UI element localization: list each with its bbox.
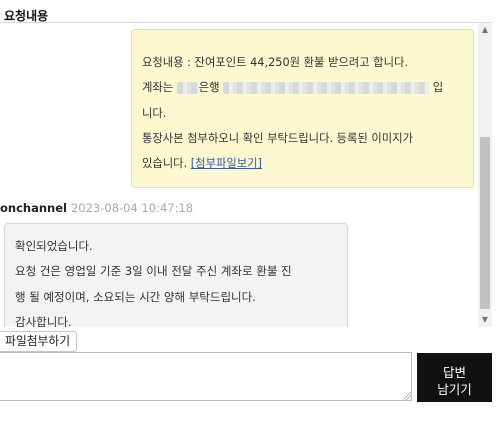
reply-textarea[interactable] xyxy=(0,352,412,401)
scroll-down-arrow-icon[interactable]: ▼ xyxy=(478,313,492,327)
admin-reply-bubble: 확인되었습니다. 요청 건은 영업일 기준 3일 이내 전달 주신 계좌로 환불… xyxy=(4,223,348,327)
scrollbar-thumb[interactable] xyxy=(480,137,490,309)
submit-reply-label-line-2: 남기기 xyxy=(437,381,472,397)
file-attach-button[interactable]: 파일첨부하기 xyxy=(0,331,78,352)
user-message-line-1: 요청내용 : 잔여포인트 44,250원 환불 받으려고 합니다. xyxy=(142,56,408,69)
user-message-bubble: 요청내용 : 잔여포인트 44,250원 환불 받으려고 합니다. 계좌는 은행… xyxy=(131,29,474,188)
admin-reply-line-3: 행 될 예정이며, 소요되는 시간 양해 부탁드립니다. xyxy=(15,289,256,304)
user-message-line-5: 있습니다. [첨부파일보기] xyxy=(142,157,262,171)
message-thread[interactable]: 요청내용 : 잔여포인트 44,250원 환불 받으려고 합니다. 계좌는 은행… xyxy=(0,22,493,327)
redacted-bank-name xyxy=(176,82,199,95)
user-message-line-3: 니다. xyxy=(142,106,167,120)
scroll-up-arrow-icon[interactable]: ▲ xyxy=(478,23,492,37)
resize-grip-icon[interactable] xyxy=(403,392,411,400)
view-attachment-link[interactable]: [첨부파일보기] xyxy=(191,157,262,170)
reply-datetime: 2023-08-04 10:47:18 xyxy=(70,201,194,215)
admin-reply-line-1: 확인되었습니다. xyxy=(15,239,93,253)
admin-reply-line-4: 감사합니다. xyxy=(15,314,72,327)
reply-meta: onchannel 2023-08-04 10:47:18 xyxy=(0,201,193,215)
thread-scrollbar[interactable]: ▲ ▼ xyxy=(478,23,492,327)
submit-reply-button[interactable]: 답변 남기기 xyxy=(417,353,492,402)
submit-reply-label-line-1: 답변 xyxy=(442,364,466,380)
redacted-account-number xyxy=(223,82,430,95)
reply-author: onchannel xyxy=(0,201,67,215)
user-message-line-4: 통장사본 첨부하오니 확인 부탁드립니다. 등록된 이미지가 xyxy=(142,131,413,145)
user-message-line-2: 계좌는 은행 입 xyxy=(142,81,444,95)
admin-reply-line-2: 요청 건은 영업일 기준 3일 이내 전달 주신 계좌로 환불 진 xyxy=(15,264,292,279)
